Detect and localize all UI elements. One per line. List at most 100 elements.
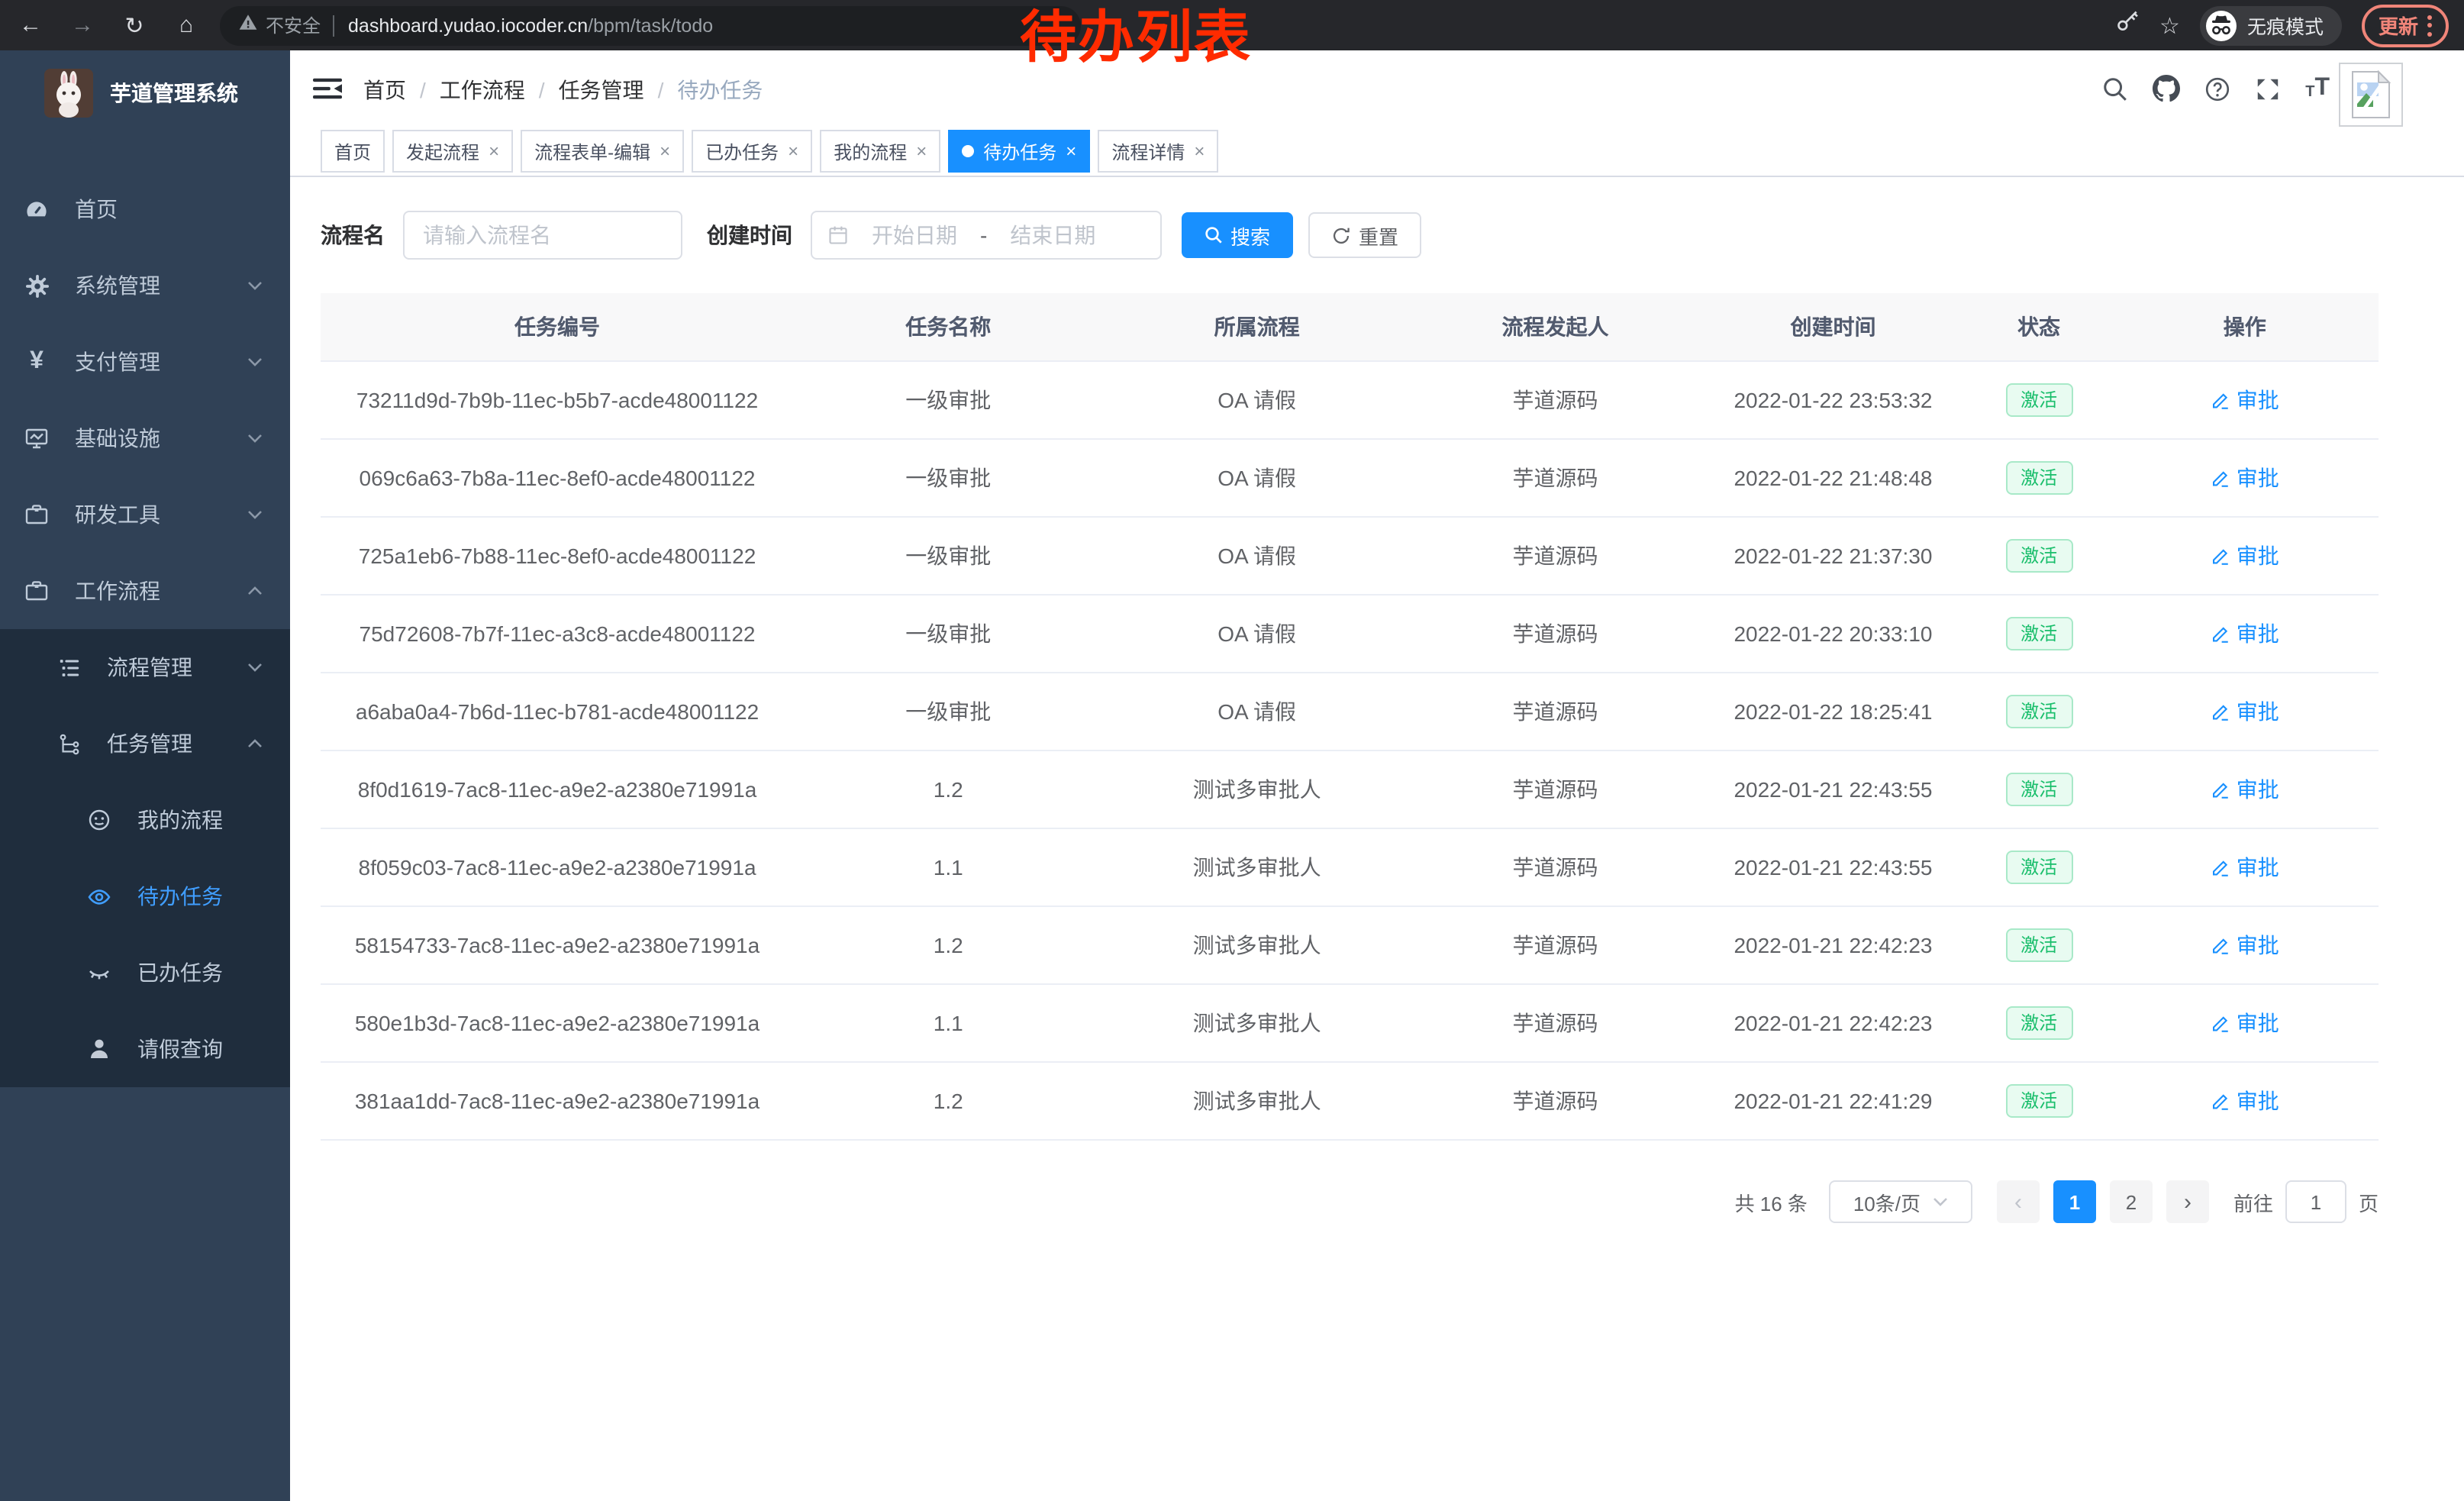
cell-starter: 芋道源码 [1411,906,1699,984]
cell-starter: 芋道源码 [1411,750,1699,828]
cell-status: 激活 [1967,750,2111,828]
cell-process: OA 请假 [1102,517,1411,595]
font-size-icon[interactable]: TT [2305,76,2330,101]
list-icon [56,656,81,679]
breadcrumb-home[interactable]: 首页 [363,75,406,105]
back-icon[interactable]: ← [15,12,46,38]
cell-actions: 审批 [2111,750,2379,828]
sidebar-item-infra[interactable]: 基础设施 [0,400,290,476]
goto-label: 前往 [2233,1187,2273,1216]
page-size-select[interactable]: 10条/页 [1829,1180,1972,1223]
goto-page-input[interactable] [2285,1180,2346,1223]
approve-button[interactable]: 审批 [2211,1086,2279,1116]
tab-done-tasks[interactable]: 已办任务× [692,130,812,173]
refresh-icon[interactable]: ↻ [119,11,150,39]
tab-home[interactable]: 首页 [321,130,385,173]
security-label[interactable]: 不安全 [266,12,321,38]
table-row: 580e1b3d-7ac8-11ec-a9e2-a2380e71991a 1.1… [321,984,2379,1062]
col-task-name: 任务名称 [794,293,1102,361]
github-icon[interactable] [2153,75,2180,102]
fullscreen-icon[interactable] [2255,76,2281,102]
tab-my-process[interactable]: 我的流程× [820,130,940,173]
approve-button[interactable]: 审批 [2211,930,2279,960]
sidebar-item-my-process[interactable]: 我的流程 [0,782,290,858]
breadcrumb-current: 待办任务 [677,75,763,105]
status-badge: 激活 [2005,617,2072,650]
approve-button[interactable]: 审批 [2211,385,2279,415]
cell-status: 激活 [1967,517,2111,595]
chevron-down-icon [247,434,263,443]
edit-icon [2211,546,2230,566]
cell-task-id: 381aa1dd-7ac8-11ec-a9e2-a2380e71991a [321,1062,794,1140]
close-icon[interactable]: × [1066,140,1076,162]
cell-task-name: 一级审批 [794,439,1102,517]
toolbox-icon [24,502,49,527]
reset-button[interactable]: 重置 [1308,212,1421,258]
annotation-overlay: 待办列表 [1020,9,1252,66]
home-icon[interactable]: ⌂ [171,12,202,38]
address-bar[interactable]: 不安全 dashboard.yudao.iocoder.cn/bpm/task/… [220,5,1081,45]
page-button-2[interactable]: 2 [2110,1180,2153,1223]
tab-form-edit[interactable]: 流程表单-编辑× [521,130,684,173]
app-logo[interactable]: 芋道管理系统 [0,50,290,136]
app-title: 芋道管理系统 [110,78,238,108]
approve-button[interactable]: 审批 [2211,1008,2279,1038]
col-status: 状态 [1967,293,2111,361]
approve-button[interactable]: 审批 [2211,774,2279,805]
tab-todo-tasks[interactable]: 待办任务× [948,130,1090,173]
sidebar-item-label: 系统管理 [75,270,160,301]
next-page-button[interactable]: › [2166,1180,2209,1223]
bookmark-star-icon[interactable]: ☆ [2159,11,2180,39]
sidebar-item-process-mgmt[interactable]: 流程管理 [0,629,290,705]
gauge-icon [24,197,49,221]
date-range-picker[interactable]: - [811,211,1162,260]
cell-task-id: 725a1eb6-7b88-11ec-8ef0-acde48001122 [321,517,794,595]
close-icon[interactable]: × [1194,140,1205,162]
warning-icon [238,11,258,39]
sidebar-item-payment[interactable]: ¥ 支付管理 [0,324,290,400]
approve-button[interactable]: 审批 [2211,852,2279,883]
sidebar-item-workflow[interactable]: 工作流程 [0,553,290,629]
avatar[interactable] [2339,63,2403,127]
sidebar-menu: 首页 系统管理 ¥ 支付管理 基础设施 研发工具 [0,136,290,1087]
help-icon[interactable] [2204,76,2230,102]
prev-page-button[interactable]: ‹ [1997,1180,2040,1223]
breadcrumb-workflow[interactable]: 工作流程 [440,75,525,105]
approve-button[interactable]: 审批 [2211,541,2279,571]
key-icon[interactable] [2115,9,2140,41]
sidebar-item-home[interactable]: 首页 [0,171,290,247]
tasks-table: 任务编号 任务名称 所属流程 流程发起人 创建时间 状态 操作 73211d9d… [321,293,2379,1141]
approve-button[interactable]: 审批 [2211,696,2279,727]
status-badge: 激活 [2005,851,2072,884]
search-button[interactable]: 搜索 [1182,212,1293,258]
close-icon[interactable]: × [916,140,927,162]
approve-button[interactable]: 审批 [2211,618,2279,649]
end-date-input[interactable] [996,223,1109,247]
sidebar-item-leave-query[interactable]: 请假查询 [0,1011,290,1087]
tab-process-detail[interactable]: 流程详情× [1098,130,1218,173]
cell-task-id: 580e1b3d-7ac8-11ec-a9e2-a2380e71991a [321,984,794,1062]
eye-closed-icon [87,960,111,986]
update-menu-button[interactable]: 更新 [2362,4,2449,47]
process-name-input[interactable] [403,211,682,260]
sidebar-collapse-icon[interactable] [313,76,342,108]
sidebar-item-todo-tasks[interactable]: 待办任务 [0,858,290,934]
sidebar-item-label: 基础设施 [75,423,160,454]
forward-icon[interactable]: → [67,12,98,38]
start-date-input[interactable] [858,223,971,247]
page-button-1[interactable]: 1 [2053,1180,2096,1223]
sidebar-item-devtools[interactable]: 研发工具 [0,476,290,553]
edit-icon [2211,1091,2230,1111]
cell-status: 激活 [1967,1062,2111,1140]
sidebar-item-task-mgmt[interactable]: 任务管理 [0,705,290,782]
sidebar-item-system[interactable]: 系统管理 [0,247,290,324]
close-icon[interactable]: × [788,140,798,162]
close-icon[interactable]: × [660,140,670,162]
tab-start-process[interactable]: 发起流程× [392,130,513,173]
table-row: 75d72608-7b7f-11ec-a3c8-acde48001122 一级审… [321,595,2379,673]
approve-button[interactable]: 审批 [2211,463,2279,493]
breadcrumb-task-mgmt[interactable]: 任务管理 [559,75,644,105]
search-icon[interactable] [2102,76,2128,102]
sidebar-item-done-tasks[interactable]: 已办任务 [0,934,290,1011]
close-icon[interactable]: × [489,140,499,162]
